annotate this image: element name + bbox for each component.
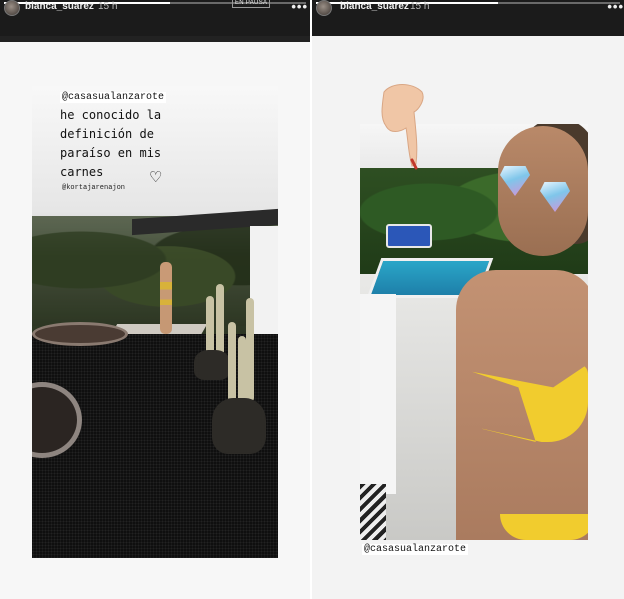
mention-tag[interactable]: @casasualanzarote: [362, 544, 469, 555]
username[interactable]: blanca_suarez: [340, 1, 409, 12]
avatar[interactable]: [316, 0, 332, 16]
avatar[interactable]: [4, 0, 20, 16]
striped-chair: [360, 484, 386, 540]
story-panel-right[interactable]: blanca_suarez 15 h ••• @casasualanzarote: [312, 0, 624, 599]
blue-sofa: [386, 224, 432, 248]
story-photo: [360, 124, 588, 540]
pause-badge: EN PAUSA: [232, 0, 271, 8]
timestamp: 15 h: [410, 1, 430, 12]
timestamp: 15 h: [98, 1, 118, 12]
story-caption: he conocido la definición de paraíso en …: [60, 108, 162, 179]
person-figure: [160, 262, 172, 334]
yellow-bikini-bottom: [500, 514, 588, 540]
story-photo: @casasualanzarote he conocido la definic…: [32, 86, 278, 558]
story-header: blanca_suarez 15 h EN PAUSA •••: [0, 0, 310, 36]
story-panel-left[interactable]: blanca_suarez 15 h EN PAUSA ••• @casasua…: [0, 0, 310, 599]
header-divider: [0, 36, 310, 42]
white-wall: [360, 294, 396, 494]
heart-outline-icon: ♡: [149, 169, 163, 186]
story-header: blanca_suarez 15 h •••: [312, 0, 624, 36]
mention-tag-small[interactable]: @kortajarenajon: [62, 184, 125, 192]
round-planter: [32, 322, 128, 346]
more-options-icon[interactable]: •••: [607, 0, 624, 14]
more-options-icon[interactable]: •••: [291, 0, 308, 14]
caption-area: @casasualanzarote he conocido la definic…: [32, 86, 278, 206]
username[interactable]: blanca_suarez: [25, 1, 94, 12]
hand-pointing-down-icon: [381, 84, 424, 170]
mention-tag[interactable]: @casasualanzarote: [60, 92, 167, 103]
